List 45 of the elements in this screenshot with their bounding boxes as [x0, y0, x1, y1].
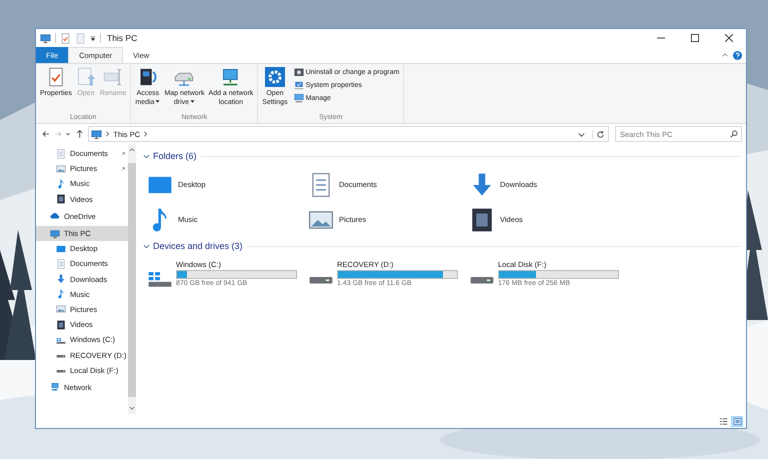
- chevron-icon: [143, 152, 150, 160]
- computer-icon: [50, 228, 60, 239]
- chevron-icon: [143, 242, 150, 250]
- scroll-up-icon[interactable]: [129, 147, 136, 152]
- list-icon: [718, 416, 728, 426]
- picture-icon: [56, 164, 66, 174]
- refresh-icon[interactable]: [592, 130, 605, 138]
- computer-icon: [91, 128, 102, 140]
- pin-icon: [120, 150, 126, 157]
- document-icon: [56, 148, 66, 159]
- close-icon: [725, 34, 733, 42]
- collapse-ribbon-icon[interactable]: [721, 51, 729, 59]
- desktop-icon: [56, 244, 66, 254]
- settings-icon: [264, 67, 285, 87]
- computer-icon[interactable]: [40, 32, 51, 44]
- image-icon: [732, 416, 742, 426]
- checked-page-icon[interactable]: [60, 32, 71, 44]
- network-icon: [50, 382, 60, 392]
- music-note-icon: [56, 178, 66, 189]
- pin-icon: [120, 166, 126, 172]
- music-note-icon: [56, 289, 66, 300]
- cloud-icon: [50, 211, 60, 222]
- chevron-icon: [105, 131, 110, 137]
- window-title: This PC: [107, 33, 138, 43]
- chevron-icon: [143, 131, 148, 137]
- computer-management-icon: [294, 93, 304, 103]
- scroll-down-icon[interactable]: [129, 406, 136, 411]
- section-header[interactable]: Devices and drives (3): [143, 239, 243, 253]
- customize-caret-icon[interactable]: [90, 34, 96, 42]
- film-icon: [56, 194, 66, 204]
- film-icon: [56, 320, 66, 330]
- program-box-icon: [294, 67, 304, 77]
- large-icons-view-button[interactable]: [731, 416, 743, 426]
- picture-icon: [56, 304, 66, 314]
- details-view-button[interactable]: [717, 416, 729, 426]
- page-arrow-icon: [76, 67, 96, 87]
- help-icon[interactable]: [733, 51, 742, 60]
- search-icon: [730, 130, 738, 138]
- monitor-check-icon: [294, 80, 304, 90]
- text-box-icon: [103, 67, 124, 87]
- maximize-icon: [691, 34, 699, 42]
- media-server-icon: [138, 67, 158, 87]
- section-header[interactable]: Folders (6): [143, 149, 197, 163]
- document-icon: [56, 258, 66, 269]
- download-icon: [56, 274, 66, 284]
